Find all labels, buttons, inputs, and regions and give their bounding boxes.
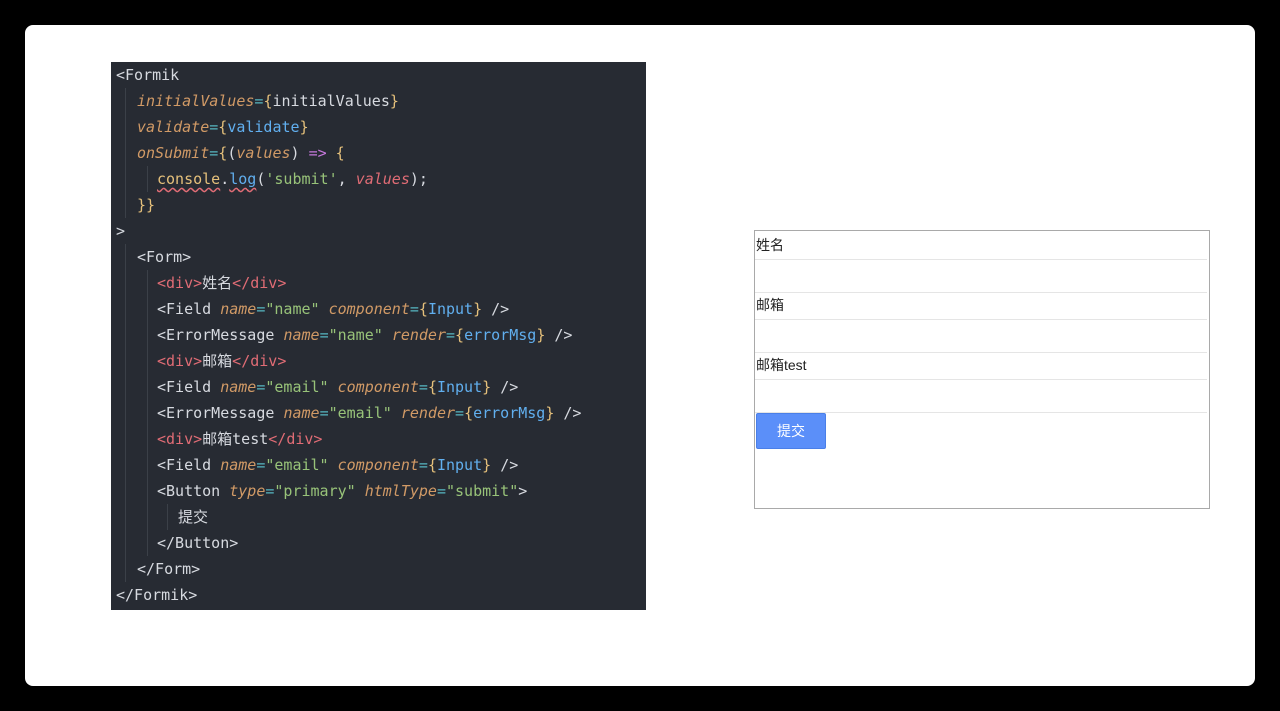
- code-token: Input: [427, 300, 474, 318]
- code-token: "email": [328, 404, 392, 422]
- code-line: >: [116, 218, 125, 244]
- code-token: onSubmit: [137, 144, 210, 162]
- code-token: <Field: [157, 300, 212, 318]
- code-token: </Formik>: [116, 586, 198, 604]
- code-token: />: [500, 378, 519, 396]
- code-token: <div>: [157, 430, 203, 448]
- code-token: <ErrorMessage: [157, 404, 275, 422]
- code-line: initialValues={initialValues}: [137, 92, 399, 110]
- code-token: initialValues: [272, 92, 390, 110]
- code-token: component: [337, 456, 419, 474]
- code-token: </div>: [232, 352, 287, 370]
- code-token: }}: [137, 196, 156, 214]
- code-token: </Button>: [157, 534, 239, 552]
- code-token: htmlType: [364, 482, 437, 500]
- code-line: </Button>: [157, 530, 238, 556]
- code-token: values: [236, 144, 291, 162]
- code-token: <div>: [157, 274, 203, 292]
- code-token: 邮箱: [202, 352, 233, 370]
- code-token: name: [283, 326, 320, 344]
- code-token: <div>: [157, 352, 203, 370]
- code-line: onSubmit={(values) => {: [137, 144, 345, 162]
- indent-guide: [147, 270, 148, 556]
- code-line: <ErrorMessage name="name" render={errorM…: [157, 326, 573, 344]
- code-token: <Button: [157, 482, 221, 500]
- submit-button[interactable]: 提交: [756, 413, 826, 449]
- code-token: </div>: [232, 274, 287, 292]
- code-token: errorMsg: [473, 404, 546, 422]
- code-line: validate={validate}: [137, 118, 309, 136]
- code-token: 姓名: [202, 274, 233, 292]
- code-token: name: [220, 456, 257, 474]
- code-token: log: [229, 170, 257, 188]
- code-token: validate: [227, 118, 300, 136]
- code-token: <Field: [157, 378, 212, 396]
- code-editor-panel: <Formik initialValues={initialValues} va…: [111, 62, 646, 610]
- name-input[interactable]: [755, 259, 1207, 293]
- code-token: "name": [265, 300, 320, 318]
- code-token: <Field: [157, 456, 212, 474]
- code-token: "name": [328, 326, 383, 344]
- code-token: </div>: [268, 430, 323, 448]
- indent-guide: [167, 504, 168, 530]
- indent-guide: [125, 88, 126, 218]
- code-token: render: [400, 404, 456, 422]
- code-line: <Field name="email" component={Input} />: [157, 378, 519, 396]
- code-line: <div>邮箱</div>: [157, 348, 286, 374]
- code-line: <div>邮箱test</div>: [157, 426, 322, 452]
- code-token: name: [283, 404, 320, 422]
- code-token: >: [116, 222, 126, 240]
- code-line: <Button type="primary" htmlType="submit"…: [157, 482, 528, 500]
- code-token: "primary": [274, 482, 356, 500]
- code-token: component: [337, 378, 419, 396]
- code-token: Input: [436, 378, 483, 396]
- code-line: <div>姓名</div>: [157, 270, 286, 296]
- slide: <Formik initialValues={initialValues} va…: [25, 25, 1255, 686]
- email-test-label: 邮箱test: [756, 357, 807, 373]
- code-token: component: [328, 300, 410, 318]
- code-token: />: [491, 300, 510, 318]
- code-line: }}: [137, 192, 155, 218]
- code-line: 提交: [178, 504, 208, 530]
- code-line: console.log('submit', values);: [157, 170, 428, 188]
- code-token: 提交: [178, 508, 209, 526]
- code-token: validate: [137, 118, 210, 136]
- code-token: <ErrorMessage: [157, 326, 275, 344]
- code-token: 'submit': [265, 170, 338, 188]
- code-token: "email": [265, 456, 329, 474]
- code-token: values: [355, 170, 410, 188]
- code-token: name: [220, 378, 257, 396]
- code-token: "email": [265, 378, 329, 396]
- code-line: <Field name="email" component={Input} />: [157, 456, 519, 474]
- code-token: />: [563, 404, 582, 422]
- code-token: console: [157, 170, 221, 188]
- code-token: name: [220, 300, 257, 318]
- code-token: 邮箱test: [202, 430, 269, 448]
- code-line: <Field name="name" component={Input} />: [157, 300, 510, 318]
- form-preview: 姓名 邮箱 邮箱test 提交: [754, 230, 1210, 509]
- code-token: "submit": [446, 482, 519, 500]
- code-token: </Form>: [137, 560, 201, 578]
- code-line: </Formik>: [116, 582, 197, 608]
- code-line: </Form>: [137, 556, 200, 582]
- code-token: initialValues: [137, 92, 255, 110]
- code-token: type: [229, 482, 266, 500]
- email-test-input[interactable]: [755, 379, 1207, 413]
- email-label: 邮箱: [756, 297, 784, 313]
- code-line: <ErrorMessage name="email" render={error…: [157, 404, 582, 422]
- indent-guide: [125, 244, 126, 582]
- code-token: render: [391, 326, 446, 344]
- code-token: Input: [436, 456, 483, 474]
- name-label: 姓名: [756, 237, 784, 253]
- code-token: errorMsg: [464, 326, 537, 344]
- code-token: =>: [308, 144, 327, 162]
- code-line: <Form>: [137, 244, 191, 270]
- code-token: />: [500, 456, 519, 474]
- code-token: <Formik: [116, 66, 180, 84]
- code-line: <Formik: [116, 62, 179, 88]
- code-token: <Form>: [137, 248, 192, 266]
- indent-guide: [147, 166, 148, 192]
- email-input[interactable]: [755, 319, 1207, 353]
- code-token: />: [554, 326, 573, 344]
